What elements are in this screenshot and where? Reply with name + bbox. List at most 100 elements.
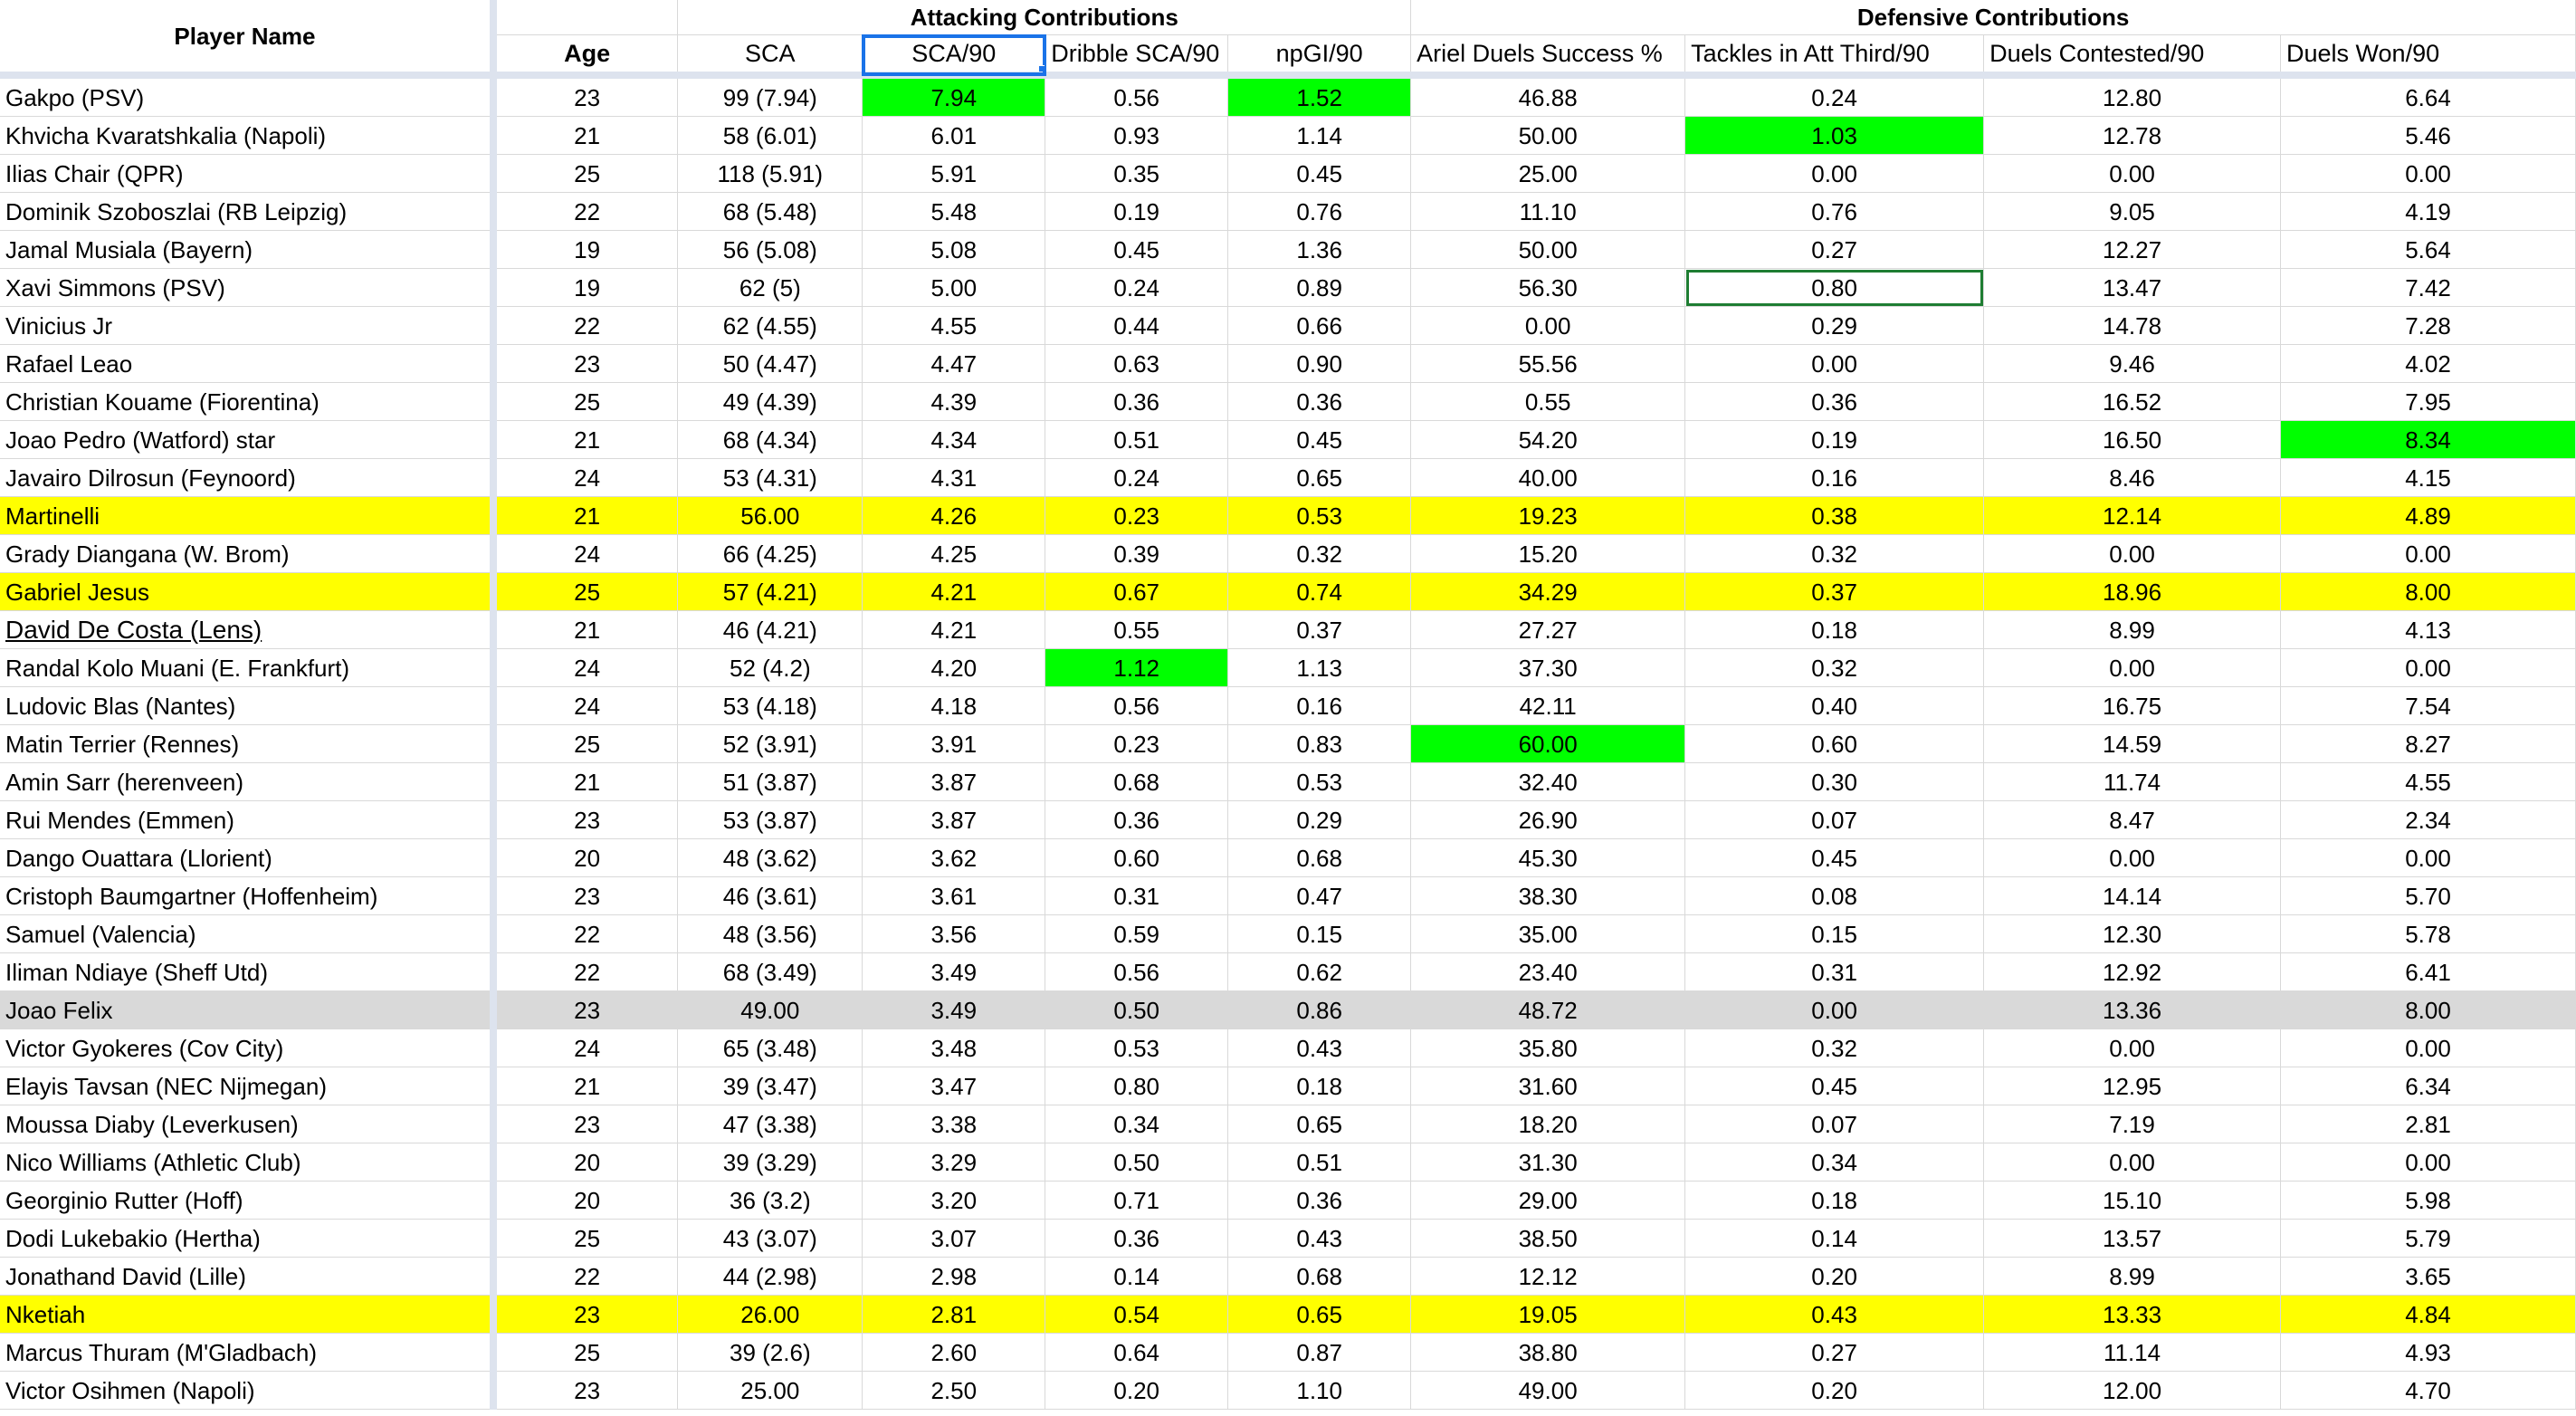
stat-cell[interactable]: 0.27 — [1684, 1333, 1985, 1372]
stat-cell[interactable]: 4.26 — [862, 496, 1046, 535]
stat-cell[interactable]: 0.68 — [1227, 1257, 1412, 1296]
stat-cell[interactable]: 2.81 — [2280, 1105, 2576, 1143]
stat-cell[interactable]: 0.34 — [1045, 1105, 1229, 1143]
stat-cell[interactable]: 5.00 — [862, 268, 1046, 307]
stat-cell[interactable]: 0.43 — [1227, 1219, 1412, 1258]
stat-cell[interactable]: 46.88 — [1410, 75, 1686, 117]
stat-cell[interactable]: 0.47 — [1227, 876, 1412, 915]
stat-cell[interactable]: 14.14 — [1983, 876, 2282, 915]
stat-cell[interactable]: 14.78 — [1983, 306, 2282, 345]
stat-cell[interactable]: 5.48 — [862, 192, 1046, 231]
player-name-cell[interactable]: Christian Kouame (Fiorentina) — [0, 382, 497, 421]
stat-cell[interactable]: 0.16 — [1684, 458, 1985, 497]
stat-cell[interactable]: 24 — [492, 534, 679, 573]
stat-cell[interactable]: 21 — [492, 496, 679, 535]
stat-cell[interactable]: 0.00 — [1684, 344, 1985, 383]
stat-cell[interactable]: 25 — [492, 724, 679, 763]
player-name-cell[interactable]: Xavi Simmons (PSV) — [0, 268, 497, 307]
stat-cell[interactable]: 52 (3.91) — [677, 724, 863, 763]
player-name-cell[interactable]: Joao Felix — [0, 990, 497, 1029]
stat-cell[interactable]: 45.30 — [1410, 838, 1686, 877]
stat-cell[interactable]: 24 — [492, 648, 679, 687]
stat-cell[interactable]: 0.23 — [1045, 496, 1229, 535]
stat-cell[interactable]: 0.44 — [1045, 306, 1229, 345]
stat-cell[interactable]: 16.75 — [1983, 686, 2282, 725]
stat-cell[interactable]: 8.47 — [1983, 800, 2282, 839]
stat-cell[interactable]: 99 (7.94) — [677, 75, 863, 117]
stat-cell[interactable]: 32.40 — [1410, 762, 1686, 801]
stat-cell[interactable]: 4.84 — [2280, 1295, 2576, 1334]
stat-cell[interactable]: 5.78 — [2280, 914, 2576, 953]
stat-cell[interactable]: 8.34 — [2280, 420, 2576, 459]
stat-cell[interactable]: 38.50 — [1410, 1219, 1686, 1258]
stat-cell[interactable]: 0.40 — [1684, 686, 1985, 725]
player-name-cell[interactable]: Jamal Musiala (Bayern) — [0, 230, 497, 269]
stat-cell[interactable]: 46 (3.61) — [677, 876, 863, 915]
stat-cell[interactable]: 5.46 — [2280, 116, 2576, 155]
col-header-duels-contested[interactable]: Duels Contested/90 — [1983, 34, 2282, 79]
stat-cell[interactable]: 118 (5.91) — [677, 154, 863, 193]
stat-cell[interactable]: 0.32 — [1684, 534, 1985, 573]
stat-cell[interactable]: 0.00 — [1410, 306, 1686, 345]
stat-cell[interactable]: 0.00 — [1983, 648, 2282, 687]
stat-cell[interactable]: 0.18 — [1684, 610, 1985, 649]
stat-cell[interactable]: 20 — [492, 1143, 679, 1182]
player-name-cell[interactable]: Nketiah — [0, 1295, 497, 1334]
stat-cell[interactable]: 37.30 — [1410, 648, 1686, 687]
stat-cell[interactable]: 68 (4.34) — [677, 420, 863, 459]
stat-cell[interactable]: 8.99 — [1983, 610, 2282, 649]
stat-cell[interactable]: 7.28 — [2280, 306, 2576, 345]
stat-cell[interactable]: 0.39 — [1045, 534, 1229, 573]
stat-cell[interactable]: 0.36 — [1045, 800, 1229, 839]
player-name-cell[interactable]: Dango Ouattara (Llorient) — [0, 838, 497, 877]
stat-cell[interactable]: 3.49 — [862, 990, 1046, 1029]
player-name-cell[interactable]: Rui Mendes (Emmen) — [0, 800, 497, 839]
stat-cell[interactable]: 0.19 — [1045, 192, 1229, 231]
player-name-cell[interactable]: Samuel (Valencia) — [0, 914, 497, 953]
stat-cell[interactable]: 0.30 — [1684, 762, 1985, 801]
stat-cell[interactable]: 22 — [492, 1257, 679, 1296]
stat-cell[interactable]: 8.00 — [2280, 572, 2576, 611]
stat-cell[interactable]: 0.56 — [1045, 75, 1229, 117]
stat-cell[interactable]: 66 (4.25) — [677, 534, 863, 573]
stat-cell[interactable]: 3.38 — [862, 1105, 1046, 1143]
player-name-cell[interactable]: Jonathand David (Lille) — [0, 1257, 497, 1296]
stat-cell[interactable]: 19.05 — [1410, 1295, 1686, 1334]
stat-cell[interactable]: 4.02 — [2280, 344, 2576, 383]
player-name-cell[interactable]: Victor Gyokeres (Cov City) — [0, 1029, 497, 1067]
stat-cell[interactable]: 23 — [492, 800, 679, 839]
stat-cell[interactable]: 51 (3.87) — [677, 762, 863, 801]
stat-cell[interactable]: 35.80 — [1410, 1029, 1686, 1067]
stat-cell[interactable]: 58 (6.01) — [677, 116, 863, 155]
stat-cell[interactable]: 13.47 — [1983, 268, 2282, 307]
stat-cell[interactable]: 0.16 — [1227, 686, 1412, 725]
stat-cell[interactable]: 1.03 — [1684, 116, 1985, 155]
stat-cell[interactable]: 3.20 — [862, 1181, 1046, 1220]
player-name-cell[interactable]: Cristoph Baumgartner (Hoffenheim) — [0, 876, 497, 915]
stat-cell[interactable]: 25 — [492, 382, 679, 421]
stat-cell[interactable]: 0.89 — [1227, 268, 1412, 307]
stat-cell[interactable]: 0.51 — [1045, 420, 1229, 459]
stat-cell[interactable]: 4.25 — [862, 534, 1046, 573]
stat-cell[interactable]: 5.08 — [862, 230, 1046, 269]
stat-cell[interactable]: 68 (5.48) — [677, 192, 863, 231]
stat-cell[interactable]: 0.00 — [2280, 838, 2576, 877]
stat-cell[interactable]: 0.64 — [1045, 1333, 1229, 1372]
stat-cell[interactable]: 20 — [492, 838, 679, 877]
selection-fill-handle[interactable] — [1038, 65, 1045, 69]
player-name-cell[interactable]: Marcus Thuram (M'Gladbach) — [0, 1333, 497, 1372]
stat-cell[interactable]: 0.80 — [1684, 268, 1985, 307]
stat-cell[interactable]: 0.51 — [1227, 1143, 1412, 1182]
stat-cell[interactable]: 7.19 — [1983, 1105, 2282, 1143]
stat-cell[interactable]: 29.00 — [1410, 1181, 1686, 1220]
stat-cell[interactable]: 0.00 — [1684, 154, 1985, 193]
stat-cell[interactable]: 23 — [492, 75, 679, 117]
player-name-cell[interactable]: Victor Osihmen (Napoli) — [0, 1371, 497, 1410]
stat-cell[interactable]: 4.15 — [2280, 458, 2576, 497]
player-name-cell[interactable]: Khvicha Kvaratshkalia (Napoli) — [0, 116, 497, 155]
stat-cell[interactable]: 3.91 — [862, 724, 1046, 763]
stat-cell[interactable]: 3.61 — [862, 876, 1046, 915]
stat-cell[interactable]: 0.14 — [1045, 1257, 1229, 1296]
stat-cell[interactable]: 0.71 — [1045, 1181, 1229, 1220]
stat-cell[interactable]: 6.01 — [862, 116, 1046, 155]
